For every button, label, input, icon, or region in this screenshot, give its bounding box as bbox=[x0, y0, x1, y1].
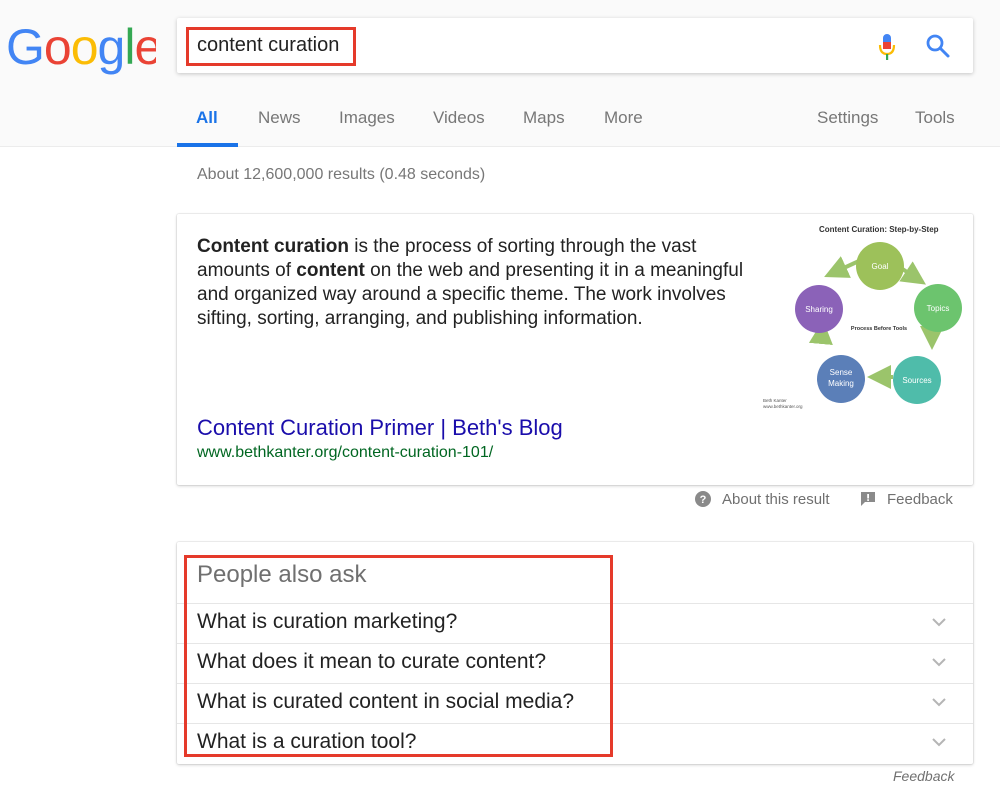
tab-all[interactable]: All bbox=[196, 108, 218, 128]
result-title-link[interactable]: Content Curation Primer | Beth's Blog bbox=[197, 415, 563, 441]
search-icon[interactable] bbox=[925, 33, 951, 59]
logo-letter: l bbox=[124, 19, 134, 75]
tab-news[interactable]: News bbox=[258, 108, 301, 128]
featured-snippet-card: Content curation is the process of sorti… bbox=[177, 214, 973, 485]
content-curation-diagram[interactable]: Content Curation: Step-by-Step Goal Topi… bbox=[762, 222, 972, 417]
logo-letter: g bbox=[98, 19, 125, 75]
mic-icon[interactable] bbox=[877, 32, 897, 62]
search-box[interactable]: content curation bbox=[177, 18, 973, 73]
active-tab-indicator bbox=[177, 143, 238, 147]
logo-letter: e bbox=[134, 19, 156, 75]
chevron-down-icon bbox=[932, 618, 946, 627]
about-this-result-label: About this result bbox=[722, 490, 830, 508]
diagram-label-sense-making: Sense bbox=[830, 368, 853, 377]
tab-tools[interactable]: Tools bbox=[915, 108, 955, 128]
tab-videos[interactable]: Videos bbox=[433, 108, 485, 128]
result-url: www.bethkanter.org/content-curation-101/ bbox=[197, 444, 494, 461]
chevron-down-icon bbox=[932, 658, 946, 667]
tab-images[interactable]: Images bbox=[339, 108, 395, 128]
svg-text:?: ? bbox=[700, 494, 707, 506]
paa-feedback-link[interactable]: Feedback bbox=[893, 768, 954, 784]
tab-more[interactable]: More bbox=[604, 108, 643, 128]
tab-maps[interactable]: Maps bbox=[523, 108, 565, 128]
about-this-result[interactable]: ? About this result bbox=[694, 490, 830, 508]
diagram-arrow bbox=[824, 256, 860, 278]
logo-letter: o bbox=[71, 19, 98, 75]
snippet-text: Content curation is the process of sorti… bbox=[197, 235, 757, 331]
tab-settings[interactable]: Settings bbox=[817, 108, 878, 128]
help-circle-icon: ? bbox=[695, 491, 711, 507]
snippet-bold-term: content bbox=[296, 260, 365, 281]
query-highlight-box bbox=[186, 27, 356, 66]
diagram-title: Content Curation: Step-by-Step bbox=[819, 225, 939, 234]
chevron-down-icon bbox=[932, 738, 946, 747]
logo-letter: G bbox=[6, 19, 44, 75]
diagram-label-goal: Goal bbox=[872, 262, 889, 271]
feedback-label: Feedback bbox=[887, 490, 953, 508]
diagram-arrow bbox=[808, 320, 833, 346]
feedback-flag-icon bbox=[861, 492, 875, 506]
paa-highlight-box bbox=[184, 555, 613, 757]
diagram-label-sense-making-2: Making bbox=[828, 379, 854, 388]
svg-text:Google: Google bbox=[6, 19, 156, 75]
logo-letter: o bbox=[44, 19, 71, 75]
snippet-feedback[interactable]: Feedback bbox=[859, 490, 953, 508]
chevron-down-icon bbox=[932, 698, 946, 707]
snippet-bold-term: Content curation bbox=[197, 236, 349, 257]
diagram-label-sharing: Sharing bbox=[805, 305, 833, 314]
diagram-label-topics: Topics bbox=[927, 304, 950, 313]
google-logo[interactable]: Google bbox=[6, 12, 156, 82]
diagram-label-sources: Sources bbox=[902, 376, 931, 385]
diagram-credit-name: Beth Kanter bbox=[763, 398, 787, 403]
diagram-credit-url: www.bethkanter.org bbox=[763, 404, 803, 409]
diagram-center-label: Process Before Tools bbox=[851, 326, 907, 332]
result-stats: About 12,600,000 results (0.48 seconds) bbox=[197, 166, 486, 183]
